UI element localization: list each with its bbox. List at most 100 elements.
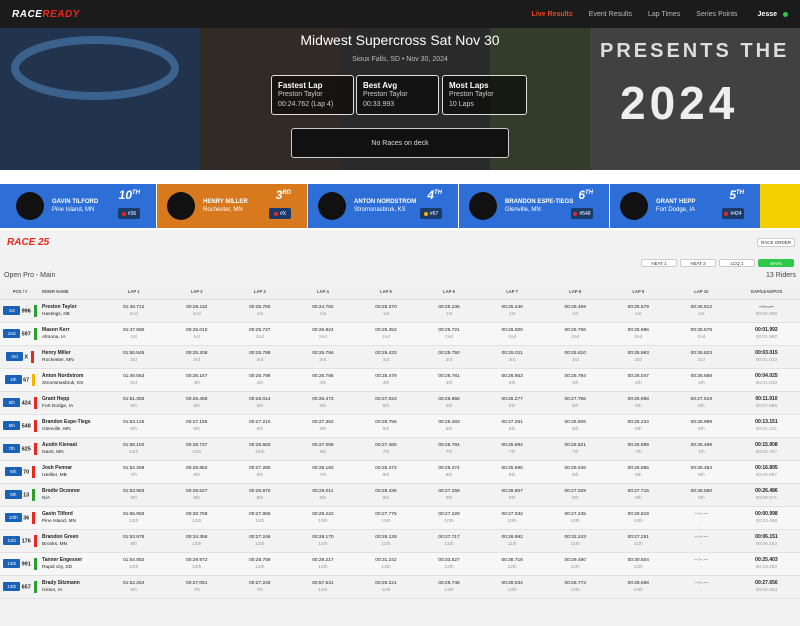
lap-time: 00:25.452: [375, 327, 397, 333]
lap-time: 00:25.955: [627, 465, 649, 471]
lap-rank: 4th: [445, 380, 453, 386]
lap-time: 00:57.531: [312, 580, 334, 586]
recent-result-card[interactable]: HENRY MILLER Rochester, MN 3RD #X: [157, 184, 307, 228]
flag-dot: [573, 211, 578, 216]
lap-rank: 12th: [570, 564, 580, 570]
lap-time: 00:26.494: [690, 465, 713, 471]
lap-rank: 12th: [633, 564, 643, 570]
lap-rank: 5th: [634, 403, 642, 409]
finish-position: 6TH: [578, 188, 593, 202]
table-row[interactable]: 7th 625 Austin Kienast Isanti, MN 01:56.102…: [0, 437, 800, 461]
flag-dot: [423, 211, 428, 216]
lap-rank: 13th: [192, 541, 202, 547]
heat-tab-main[interactable]: MAIN: [758, 259, 794, 267]
heat-tab-lcq-1[interactable]: LCQ 1: [719, 259, 755, 267]
place-badge: 1st: [3, 305, 21, 315]
lap-rank: 9th: [130, 541, 137, 547]
lap-time: 00:27.210: [249, 419, 271, 425]
lap-rank: 13th: [444, 587, 454, 593]
lap-time: 00:26.958: [438, 396, 460, 402]
lap-rank: 6th: [508, 426, 516, 432]
lap-rank: 10th: [255, 449, 265, 455]
position-number: 4: [427, 188, 434, 202]
lap-cell: 00:27.717 11th: [417, 529, 481, 553]
place-badge: 3rd: [6, 351, 24, 361]
heat-tab-heat-2[interactable]: HEAT 2: [680, 259, 716, 267]
lap-rank: 8th: [130, 495, 137, 501]
lap-cell: 00:26.992 11th: [480, 529, 544, 553]
recent-result-card[interactable]: ANTON NORDSTROM Stromsnasbruk, KS 4TH #67: [308, 184, 458, 228]
rider-info: BRANDON ESPE-TIEGS Glenville, MN: [505, 198, 575, 214]
place-badge: 9th: [4, 489, 22, 499]
event-title: Midwest Supercross Sat Nov 30: [300, 32, 500, 48]
car-number: 424: [21, 399, 31, 406]
nav-link-series-points[interactable]: Series Points: [696, 11, 737, 18]
recent-result-card[interactable]: GRANT HEPP Fort Dodge, IA 5TH #424: [610, 184, 760, 228]
place-badge: 4th: [4, 374, 22, 384]
position-number: 10: [118, 188, 132, 202]
table-row[interactable]: 6th 548 Brandon Espe-Tiegs Glenville, MN 01…: [0, 414, 800, 438]
lap-cell: 00:26.433 3rd: [354, 345, 418, 369]
lap-rank: 6th: [382, 426, 390, 432]
table-row[interactable]: 9th 13 Brodie Oconnor N/A 01:53.983 8th 00:28…: [0, 483, 800, 507]
rider-info: GAVIN TILFORD Pine Island, MN: [52, 198, 122, 214]
lap-time: 00:26.812: [690, 304, 713, 310]
lap-cell: 00:26.494 8th: [669, 460, 733, 484]
nav-link-event-results[interactable]: Event Results: [589, 11, 632, 18]
lap-cell: 01:52.264 6th: [102, 575, 166, 599]
rider-cell: Gavin Tilford Pine Island, MN: [40, 506, 103, 530]
table-row[interactable]: 8th 70 Josh Pennar Ixtellier, MB 01:52.269 7…: [0, 460, 800, 484]
lap-time: 00:27.029: [564, 488, 586, 494]
gap-cell: 00:11.910 00:07.885: [732, 391, 800, 415]
table-row[interactable]: 13th 657 Brady Sitzmann Ixnton, IA 01:52.26…: [0, 575, 800, 599]
rider-name: ANTON NORDSTROM: [354, 199, 417, 205]
gap-lead: 00:13.151: [755, 418, 778, 425]
lap-rank: 1st: [508, 311, 516, 317]
lap-cell: 00:26.277 5th: [480, 391, 544, 415]
column-header-5: LAP 4: [291, 285, 355, 300]
race-order-button[interactable]: RACE ORDER: [757, 238, 795, 247]
raceready-logo[interactable]: RACEREADY: [12, 9, 80, 20]
lap-time: 00:30.504: [627, 557, 649, 563]
lap-time: 00:26.499: [690, 442, 713, 448]
lap-cell: 00:25.994 7th: [480, 437, 544, 461]
table-row[interactable]: 5th 424 Grant Hepp Fort Dodge, IA 01:51.393…: [0, 391, 800, 415]
lap-cell: 00:33.527 12th: [417, 552, 481, 576]
lap-cell: 00:26.274 8th: [417, 460, 481, 484]
rider-avatar: [318, 192, 346, 220]
lap-rank: 8th: [256, 472, 264, 478]
lap-time: 00:25.810: [564, 350, 586, 356]
heat-tab-heat-1[interactable]: HEAT 1: [641, 259, 677, 267]
lap-rank: 2nd: [571, 334, 580, 340]
strip-right-edge: [760, 184, 800, 228]
lap-time: 00:25.794: [564, 373, 586, 379]
flag-dot: [724, 211, 729, 216]
lap-cell: 00:25.785 4th: [291, 368, 355, 392]
lap-rank: 7th: [445, 449, 453, 455]
table-row[interactable]: 10th 36 Gavin Tilford Pine Island, MN 01:56…: [0, 506, 800, 530]
stat-value: 00:24.762 (Lap 4): [278, 101, 334, 108]
nav-links: Live Results Event Results Lap Times Series…: [516, 0, 788, 28]
lap-cell: 01:52.269 7th: [102, 460, 166, 484]
event-hero: PRESENTS THE 2024 Midwest Supercross Sat…: [0, 28, 800, 170]
lap-time: 00:28.170: [312, 534, 334, 540]
gap-lead: 00:27.656: [755, 579, 778, 586]
table-row[interactable]: 4th 67 Anton Nordstrom Stromsnasbruk, KS 01…: [0, 368, 800, 392]
nav-link-live-results[interactable]: Live Results: [532, 11, 573, 18]
table-row[interactable]: 11th 176 Brandon Green Brooks, MN 01:53.978…: [0, 529, 800, 553]
lap-time: 01:52.264: [122, 580, 145, 586]
table-row[interactable]: 3rd X Henry Miller Rochester, MN 01:50.545 3…: [0, 345, 800, 369]
user-menu[interactable]: Jesse: [758, 11, 777, 18]
lap-rank: 7th: [508, 449, 516, 455]
lap-cell: 00:25.621 7th: [543, 437, 607, 461]
lap-time: 00:27.258: [438, 488, 460, 494]
table-row[interactable]: 1st 996 Preston Taylor Hastings, NE 01:48.7…: [0, 299, 800, 323]
lap-time: 00:25.479: [375, 373, 397, 379]
table-row[interactable]: 12th 991 Tanner Engesser Rapid city, SD 01:…: [0, 552, 800, 576]
recent-result-card[interactable]: BRANDON ESPE-TIEGS Glenville, MN 6TH #548: [459, 184, 609, 228]
nav-link-lap-times[interactable]: Lap Times: [648, 11, 680, 18]
table-row[interactable]: 2nd 597 Mason Kerr Altoona, IA 01:47.680 1st…: [0, 322, 800, 346]
recent-result-card[interactable]: GAVIN TILFORD Pine Island, MN 10TH #36: [6, 184, 156, 228]
lap-cell: 00:24.762 1st: [291, 299, 355, 323]
lap-cell: 00:27.715 9th: [606, 483, 670, 507]
